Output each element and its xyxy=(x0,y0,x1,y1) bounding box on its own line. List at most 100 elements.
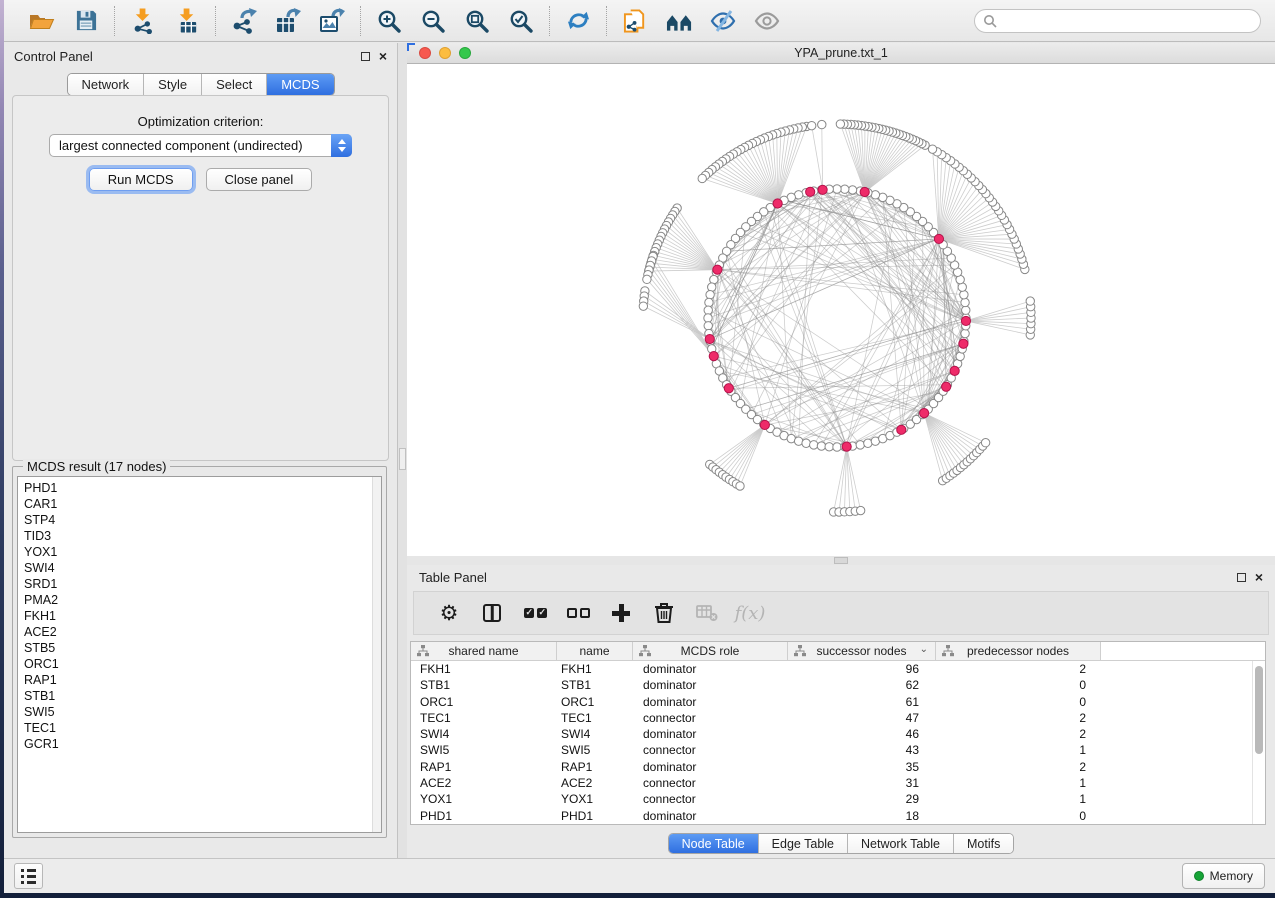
table-cell[interactable]: FKH1 xyxy=(411,661,557,677)
graph-node[interactable] xyxy=(981,439,989,447)
graph-node[interactable] xyxy=(810,441,818,449)
export-image-icon[interactable] xyxy=(317,6,347,36)
mcds-list-item[interactable]: PHD1 xyxy=(18,480,381,496)
table-cell[interactable]: 18 xyxy=(788,808,936,824)
graph-node[interactable] xyxy=(856,441,864,449)
open-file-icon[interactable] xyxy=(27,6,57,36)
table-cell[interactable]: 2 xyxy=(936,661,1101,677)
vertical-splitter[interactable] xyxy=(398,43,407,858)
table-cell[interactable] xyxy=(1101,808,1252,824)
select-all-icon[interactable] xyxy=(522,600,548,626)
tab-mcds[interactable]: MCDS xyxy=(267,74,333,95)
graph-node[interactable] xyxy=(639,302,647,310)
table-cell[interactable]: 2 xyxy=(936,726,1101,742)
graph-node[interactable] xyxy=(704,306,712,314)
graph-node-mcds[interactable] xyxy=(961,316,970,325)
table-cell[interactable]: dominator xyxy=(633,694,788,710)
table-row[interactable]: SWI4SWI4dominator462 xyxy=(411,726,1252,742)
table-cell[interactable]: RAP1 xyxy=(557,759,633,775)
float-panel-icon[interactable] xyxy=(361,52,370,61)
table-cell[interactable]: 47 xyxy=(788,710,936,726)
tab-node-table[interactable]: Node Table xyxy=(669,834,759,853)
graph-node-mcds[interactable] xyxy=(934,234,943,243)
table-cell[interactable]: 96 xyxy=(788,661,936,677)
graph-node-mcds[interactable] xyxy=(897,425,906,434)
table-cell[interactable]: SWI5 xyxy=(411,742,557,758)
table-cell[interactable]: PHD1 xyxy=(557,808,633,824)
table-scrollbar-thumb[interactable] xyxy=(1255,666,1263,754)
table-cell[interactable]: 1 xyxy=(936,791,1101,807)
mcds-list-item[interactable]: FKH1 xyxy=(18,608,381,624)
table-row[interactable]: SWI5SWI5connector431 xyxy=(411,742,1252,758)
graph-node[interactable] xyxy=(705,298,713,306)
tab-style[interactable]: Style xyxy=(144,74,202,95)
mcds-list-item[interactable]: SWI5 xyxy=(18,704,381,720)
mcds-list-item[interactable]: STB1 xyxy=(18,688,381,704)
mcds-list-scrollbar[interactable] xyxy=(372,477,381,832)
table-row[interactable]: ORC1ORC1dominator610 xyxy=(411,694,1252,710)
table-row[interactable]: YOX1YOX1connector291 xyxy=(411,791,1252,807)
table-cell[interactable]: SWI4 xyxy=(411,726,557,742)
graph-node-mcds[interactable] xyxy=(842,442,851,451)
table-cell[interactable]: 1 xyxy=(936,742,1101,758)
table-cell[interactable]: ORC1 xyxy=(557,694,633,710)
graph-node-mcds[interactable] xyxy=(920,409,929,418)
table-cell[interactable]: 2 xyxy=(936,759,1101,775)
memory-button[interactable]: Memory xyxy=(1182,863,1265,889)
graph-node[interactable] xyxy=(736,482,744,490)
mcds-list-item[interactable]: SWI4 xyxy=(18,560,381,576)
export-network-icon[interactable] xyxy=(229,6,259,36)
graph-node[interactable] xyxy=(708,283,716,291)
table-cell[interactable] xyxy=(1101,775,1252,791)
network-window-titlebar[interactable]: YPA_prune.txt_1 xyxy=(407,43,1275,64)
column-header-predecessor-nodes[interactable]: predecessor nodes xyxy=(936,642,1101,661)
task-history-button[interactable] xyxy=(14,863,43,889)
mcds-list-item[interactable]: YOX1 xyxy=(18,544,381,560)
horizontal-splitter-handle[interactable] xyxy=(834,557,848,564)
mcds-list-item[interactable]: STB5 xyxy=(18,640,381,656)
table-options-icon[interactable]: ⚙ xyxy=(436,600,462,626)
zoom-in-icon[interactable] xyxy=(374,6,404,36)
table-cell[interactable]: STB1 xyxy=(411,677,557,693)
table-cell[interactable]: 35 xyxy=(788,759,936,775)
tab-select[interactable]: Select xyxy=(202,74,267,95)
graph-node-mcds[interactable] xyxy=(860,187,869,196)
table-cell[interactable] xyxy=(1101,726,1252,742)
table-cell[interactable] xyxy=(1101,759,1252,775)
save-session-icon[interactable] xyxy=(71,6,101,36)
graph-node-mcds[interactable] xyxy=(773,199,782,208)
table-cell[interactable] xyxy=(1101,677,1252,693)
table-cell[interactable]: dominator xyxy=(633,759,788,775)
mcds-list-item[interactable]: RAP1 xyxy=(18,672,381,688)
graph-node[interactable] xyxy=(961,298,969,306)
table-cell[interactable] xyxy=(1101,791,1252,807)
graph-node-mcds[interactable] xyxy=(806,187,815,196)
export-table-icon[interactable] xyxy=(273,6,303,36)
mcds-list-item[interactable]: TEC1 xyxy=(18,720,381,736)
table-cell[interactable]: PHD1 xyxy=(411,808,557,824)
table-cell[interactable]: ACE2 xyxy=(411,775,557,791)
table-row[interactable]: ACE2ACE2connector311 xyxy=(411,775,1252,791)
run-mcds-button[interactable]: Run MCDS xyxy=(89,168,193,191)
show-columns-icon[interactable] xyxy=(479,600,505,626)
graph-node[interactable] xyxy=(836,120,844,128)
table-cell[interactable]: 46 xyxy=(788,726,936,742)
mcds-list-item[interactable]: CAR1 xyxy=(18,496,381,512)
graph-node[interactable] xyxy=(848,186,856,194)
table-cell[interactable]: connector xyxy=(633,710,788,726)
close-panel-button[interactable]: Close panel xyxy=(206,168,313,191)
hide-selected-icon[interactable] xyxy=(708,6,738,36)
table-cell[interactable]: SWI5 xyxy=(557,742,633,758)
zoom-selected-icon[interactable] xyxy=(506,6,536,36)
table-cell[interactable]: 0 xyxy=(936,694,1101,710)
table-cell[interactable]: 2 xyxy=(936,710,1101,726)
table-cell[interactable]: dominator xyxy=(633,677,788,693)
graph-node-mcds[interactable] xyxy=(709,352,718,361)
graph-node[interactable] xyxy=(817,442,825,450)
table-row[interactable]: STB1STB1dominator620 xyxy=(411,677,1252,693)
close-panel-icon[interactable]: × xyxy=(379,49,387,63)
column-header-mcds-role[interactable]: MCDS role xyxy=(633,642,788,661)
table-cell[interactable] xyxy=(1101,661,1252,677)
apply-layout-icon[interactable] xyxy=(563,6,593,36)
table-cell[interactable]: 1 xyxy=(936,775,1101,791)
